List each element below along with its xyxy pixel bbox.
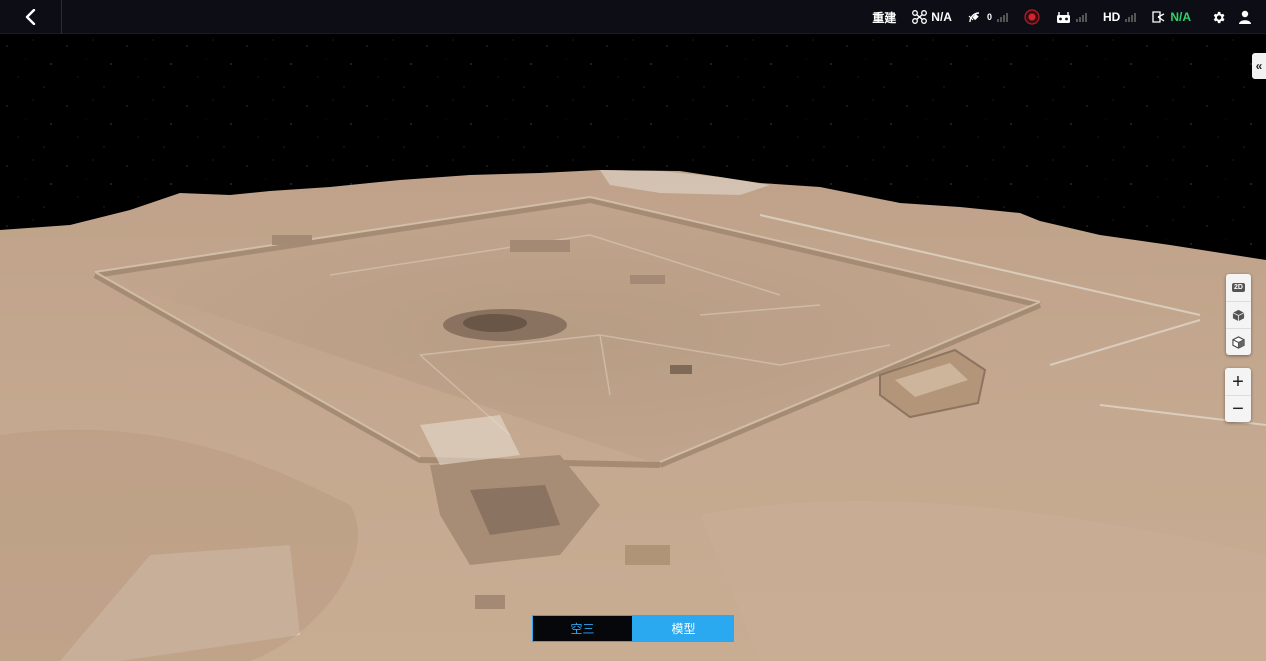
record-icon	[1024, 9, 1040, 25]
view-2d-button[interactable]: 2D	[1226, 274, 1251, 301]
status-area: 重建 N/A 0 HD N/A	[856, 0, 1252, 34]
remote-controller-status	[1056, 11, 1087, 24]
model-mode-toggle: 空三 模型	[532, 615, 734, 642]
zoom-in-label: +	[1232, 370, 1244, 393]
view-mode-toolbar: 2D	[1226, 274, 1251, 355]
user-button[interactable]	[1238, 10, 1252, 24]
view-3d-solid-button[interactable]	[1226, 301, 1251, 328]
gps-signal-icon	[996, 12, 1008, 22]
cube-outline-icon	[1232, 335, 1245, 349]
back-button[interactable]	[0, 0, 62, 34]
chevron-left-icon	[25, 8, 35, 25]
hd-signal-icon	[1125, 12, 1137, 22]
rebuild-status[interactable]: 重建	[872, 9, 896, 26]
model-label: 模型	[671, 622, 696, 636]
rc-signal-icon	[1075, 12, 1087, 22]
record-status	[1024, 9, 1040, 25]
top-bar: 重建 N/A 0 HD N/A	[0, 0, 1266, 34]
cube-solid-icon	[1232, 309, 1245, 321]
rebuild-label: 重建	[872, 10, 897, 25]
3d-model-viewport[interactable]	[0, 35, 1266, 661]
hd-link-label: HD	[1102, 10, 1121, 24]
hd-link-status: HD	[1102, 10, 1137, 24]
drone-status-value: N/A	[931, 10, 952, 24]
battery-status-value: N/A	[1170, 10, 1191, 24]
gear-icon	[1213, 11, 1225, 23]
aerial-triangulation-tab[interactable]: 空三	[532, 615, 633, 642]
user-icon	[1239, 10, 1251, 24]
view-3d-outline-button[interactable]	[1226, 328, 1251, 355]
view-2d-label: 2D	[1232, 283, 1245, 292]
zoom-toolbar: + −	[1225, 368, 1251, 422]
battery-status: N/A	[1152, 10, 1191, 24]
aerial-triangulation-label: 空三	[570, 622, 595, 636]
drone-icon	[912, 10, 928, 24]
gps-count: 0	[986, 12, 992, 22]
model-tab[interactable]: 模型	[633, 615, 734, 642]
remote-controller-icon	[1056, 11, 1070, 23]
aircraft-battery-icon	[1152, 11, 1165, 23]
satellite-icon	[968, 12, 980, 23]
double-chevron-left-icon: «	[1255, 59, 1263, 73]
panel-collapse-button[interactable]: «	[1252, 53, 1266, 79]
drone-status: N/A	[912, 10, 952, 24]
terrain-model-render	[0, 35, 1266, 661]
zoom-out-label: −	[1232, 398, 1244, 420]
gps-status: 0	[968, 10, 1008, 24]
zoom-out-button[interactable]: −	[1225, 395, 1251, 422]
settings-button[interactable]	[1211, 10, 1226, 25]
zoom-in-button[interactable]: +	[1225, 368, 1251, 395]
